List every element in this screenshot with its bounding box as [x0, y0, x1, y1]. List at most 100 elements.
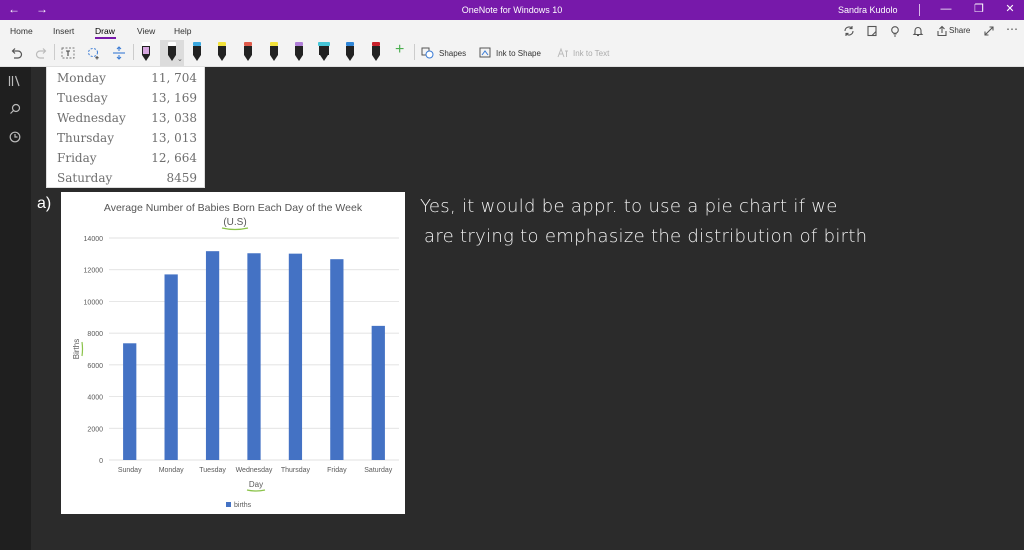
user-name[interactable]: Sandra Kudolo	[838, 5, 898, 15]
share-icon[interactable]	[936, 25, 948, 40]
table-row: Friday 12, 664	[57, 148, 197, 168]
pen-tool-8[interactable]	[344, 42, 356, 62]
tab-home[interactable]: Home	[10, 26, 33, 36]
table-row: Saturday 8459	[57, 168, 197, 188]
x-tick-label: Thursday	[281, 467, 311, 474]
value-cell: 13, 013	[151, 131, 197, 145]
ink-to-text-button[interactable]: Ink to Text	[573, 49, 609, 58]
y-tick-label: 0	[99, 458, 103, 465]
value-cell: 12, 664	[151, 151, 197, 165]
day-cell: Wednesday	[57, 111, 126, 125]
y-tick-label: 2000	[87, 426, 103, 433]
titlebar-divider	[919, 4, 920, 16]
bar	[205, 251, 220, 460]
tab-insert[interactable]: Insert	[53, 26, 74, 36]
toolbar-divider	[133, 44, 134, 60]
day-cell: Thursday	[57, 131, 114, 145]
highlighter-tool[interactable]	[318, 42, 330, 62]
y-tick-label: 10000	[84, 299, 104, 306]
tab-view[interactable]: View	[137, 26, 155, 36]
lightbulb-icon[interactable]	[889, 25, 901, 40]
value-cell: 13, 038	[151, 111, 197, 125]
tab-draw[interactable]: Draw	[95, 26, 115, 36]
tab-help[interactable]: Help	[174, 26, 191, 36]
ink-to-shape-icon[interactable]	[479, 47, 492, 62]
bell-icon[interactable]	[912, 25, 924, 40]
y-tick-label: 4000	[87, 395, 103, 402]
chevron-down-icon[interactable]: ⌄	[177, 54, 183, 66]
y-tick-label: 6000	[87, 363, 103, 370]
table-row: Tuesday 13, 169	[57, 88, 197, 108]
bar-chart: Average Number of Babies Born Each Day o…	[72, 202, 399, 509]
y-tick-label: 8000	[87, 331, 103, 338]
toolbar-divider	[414, 44, 415, 60]
add-space-icon[interactable]	[112, 46, 126, 63]
shapes-button[interactable]: Shapes	[439, 49, 466, 58]
pen-tool-6[interactable]	[268, 42, 280, 62]
recent-clock-icon[interactable]	[8, 131, 22, 146]
ribbon: Home Insert Draw View Help Share ⋯ ⌄ + S…	[0, 20, 1024, 67]
expand-icon[interactable]	[983, 25, 995, 40]
pen-tool-4[interactable]	[216, 42, 228, 62]
close-icon[interactable]: ✕	[1000, 2, 1020, 16]
ink-to-text-icon[interactable]	[556, 47, 569, 62]
chart-subtitle: (U.S)	[223, 217, 246, 228]
minimize-icon[interactable]: —	[936, 2, 956, 16]
ink-to-shape-button[interactable]: Ink to Shape	[496, 49, 541, 58]
sync-icon[interactable]	[843, 25, 855, 40]
x-tick-label: Monday	[159, 467, 184, 474]
x-axis-label: Day	[249, 480, 263, 489]
bar-chart-image: Average Number of Babies Born Each Day o…	[61, 192, 405, 514]
y-tick-label: 12000	[84, 268, 104, 275]
value-cell: 8459	[166, 171, 197, 185]
day-cell: Monday	[57, 71, 106, 85]
bar	[330, 259, 344, 460]
legend-label: births	[234, 502, 252, 509]
y-axis-label: Births	[72, 339, 81, 359]
type-select-icon[interactable]	[61, 47, 75, 62]
redo-icon[interactable]	[35, 47, 48, 62]
day-cell: Saturday	[57, 171, 113, 185]
handwritten-note-line-1: Yes, it would be appr. to use a pie char…	[420, 196, 838, 217]
title-bar: ← → OneNote for Windows 10 Sandra Kudolo…	[0, 0, 1024, 20]
y-tick-label: 14000	[84, 236, 104, 243]
active-tab-indicator	[95, 37, 116, 39]
bar	[164, 274, 178, 460]
notebook-icon[interactable]	[866, 25, 878, 40]
legend-swatch	[226, 502, 231, 507]
data-table-image: Monday 11, 704 Tuesday 13, 169 Wednesday…	[46, 67, 205, 188]
value-cell: 13, 169	[151, 91, 197, 105]
day-cell: Friday	[57, 151, 97, 165]
x-tick-label: Tuesday	[199, 467, 226, 474]
bar	[123, 343, 137, 460]
x-tick-label: Wednesday	[236, 467, 273, 474]
more-options-icon[interactable]: ⋯	[1006, 23, 1018, 35]
day-cell: Tuesday	[57, 91, 108, 105]
restore-icon[interactable]: ❐	[969, 2, 989, 16]
lasso-select-icon[interactable]	[87, 47, 101, 63]
table-row: Wednesday 13, 038	[57, 108, 197, 128]
undo-icon[interactable]	[10, 47, 23, 62]
xlabel-underline-annotation	[246, 489, 266, 492]
add-pen-button[interactable]: +	[395, 42, 404, 58]
table-row: Thursday 13, 013	[57, 128, 197, 148]
share-button[interactable]: Share	[949, 26, 970, 35]
pen-tool-7[interactable]	[293, 42, 305, 62]
handwritten-note-line-2: are trying to emphasize the distribution…	[424, 226, 868, 247]
pen-tool-9[interactable]	[370, 42, 382, 62]
pen-tool-5[interactable]	[242, 42, 254, 62]
bar	[288, 253, 303, 460]
x-tick-label: Saturday	[364, 467, 393, 474]
pen-tool-3[interactable]	[191, 42, 203, 62]
pen-tool-1[interactable]	[140, 42, 152, 62]
ylabel-underline-annotation	[81, 341, 84, 357]
shapes-icon[interactable]	[421, 47, 434, 62]
x-tick-label: Sunday	[118, 467, 142, 474]
navigation-sidebar	[0, 67, 31, 550]
search-icon[interactable]	[8, 103, 22, 118]
question-label: a)	[37, 195, 52, 212]
value-cell: 11, 704	[151, 71, 197, 85]
notebooks-icon[interactable]	[8, 75, 22, 90]
subtitle-underline-annotation	[221, 227, 249, 231]
toolbar-divider	[54, 44, 55, 60]
